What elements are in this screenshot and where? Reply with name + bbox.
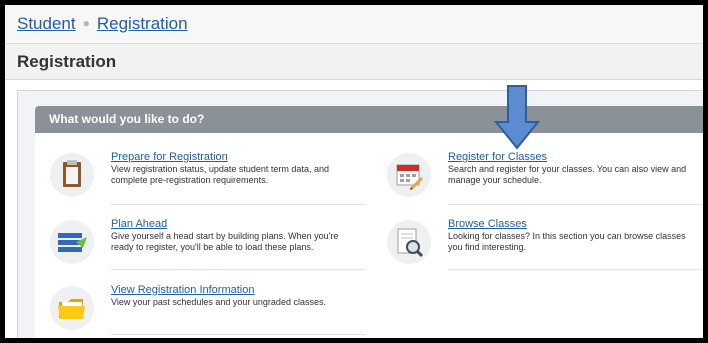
breadcrumb-separator: ● [82, 16, 90, 30]
option-title[interactable]: Register for Classes [448, 151, 547, 163]
option-plan-ahead[interactable]: Plan Ahead Give yourself a head start by… [50, 218, 350, 270]
panel-header-text: What would you like to do? [49, 112, 205, 126]
folder-icon [50, 286, 94, 330]
page-title: Registration [17, 52, 117, 71]
divider [111, 204, 366, 205]
divider [448, 204, 703, 205]
divider [111, 334, 366, 335]
clipboard-icon [50, 153, 94, 197]
option-description: View registration status, update student… [111, 164, 329, 185]
option-prepare-for-registration[interactable]: Prepare for Registration View registrati… [50, 151, 350, 203]
magnifier-document-icon [387, 220, 431, 264]
option-title[interactable]: View Registration Information [111, 284, 254, 296]
down-arrow-annotation [494, 85, 540, 150]
breadcrumb-student-link[interactable]: Student [17, 14, 76, 33]
option-browse-classes[interactable]: Browse Classes Looking for classes? In t… [387, 218, 687, 270]
option-description: Give yourself a head start by building p… [111, 231, 339, 252]
plan-list-icon [50, 220, 94, 264]
calendar-icon [387, 153, 431, 197]
option-description: Search and register for your classes. Yo… [448, 164, 687, 185]
breadcrumb: Student ● Registration [17, 14, 188, 34]
option-title[interactable]: Prepare for Registration [111, 151, 228, 163]
title-bar: Registration [5, 44, 703, 80]
option-description: View your past schedules and your ungrad… [111, 297, 326, 307]
breadcrumb-bar: Student ● Registration [5, 5, 703, 44]
option-register-for-classes[interactable]: Register for Classes Search and register… [387, 151, 687, 203]
option-title[interactable]: Browse Classes [448, 218, 527, 230]
option-description: Looking for classes? In this section you… [448, 231, 686, 252]
option-title[interactable]: Plan Ahead [111, 218, 167, 230]
panel-header: What would you like to do? [35, 106, 703, 133]
divider [448, 269, 703, 270]
options-panel: Prepare for Registration View registrati… [35, 133, 703, 338]
option-view-registration-information[interactable]: View Registration Information View your … [50, 284, 350, 336]
breadcrumb-registration-link[interactable]: Registration [97, 14, 188, 33]
divider [111, 269, 366, 270]
browser-frame: Student ● Registration Registration What w… [5, 5, 703, 338]
